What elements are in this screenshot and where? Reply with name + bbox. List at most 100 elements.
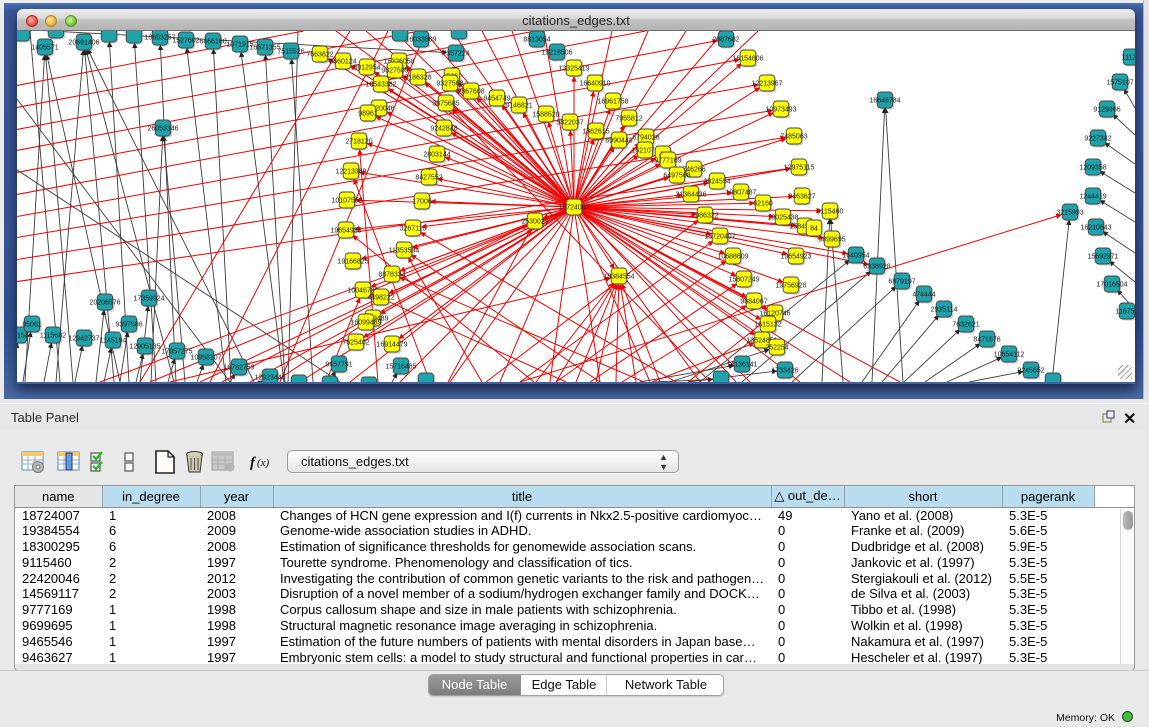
svg-text:9115460: 9115460: [817, 209, 844, 216]
svg-text:f: f: [250, 455, 257, 471]
svg-text:7357224: 7357224: [442, 51, 469, 58]
svg-text:39154: 39154: [17, 333, 29, 340]
svg-text:10653257: 10653257: [144, 35, 175, 42]
svg-text:1362615: 1362615: [582, 129, 609, 136]
svg-text:2087682: 2087682: [712, 37, 739, 44]
svg-text:16154806: 16154806: [732, 56, 763, 63]
svg-text:7632621: 7632621: [952, 322, 979, 329]
svg-text:19756928: 19756928: [775, 283, 806, 290]
svg-text:15692971: 15692971: [1087, 254, 1118, 261]
svg-text:2718120: 2718120: [345, 139, 372, 146]
svg-text:16914479: 16914479: [376, 342, 407, 349]
svg-text:12975115: 12975115: [784, 165, 815, 172]
svg-text:16782759: 16782759: [223, 365, 254, 372]
svg-text:3215993: 3215993: [1056, 210, 1083, 217]
svg-text:19166825: 19166825: [337, 259, 368, 266]
svg-text:1621072: 1621072: [631, 148, 658, 155]
svg-text:16543382: 16543382: [365, 82, 396, 89]
svg-text:3267110: 3267110: [400, 226, 427, 233]
svg-text:8813054: 8813054: [523, 37, 550, 44]
svg-text:17006: 17006: [412, 199, 432, 206]
svg-text:9884067: 9884067: [740, 299, 767, 306]
svg-text:16033809: 16033809: [405, 37, 436, 44]
svg-text:1115682: 1115682: [40, 333, 66, 340]
svg-text:20206576: 20206576: [89, 300, 120, 307]
svg-text:10654112: 10654112: [994, 352, 1025, 359]
svg-text:19384554: 19384554: [603, 274, 634, 281]
svg-text:9129966: 9129966: [1093, 107, 1120, 114]
svg-text:19654935: 19654935: [330, 228, 361, 235]
svg-text:6466160: 6466160: [199, 39, 226, 46]
svg-text:17359924: 17359924: [133, 296, 164, 303]
svg-text:9327508: 9327508: [436, 81, 463, 88]
svg-text:98961: 98961: [358, 111, 378, 118]
svg-text:116753: 116753: [1116, 309, 1135, 316]
svg-text:6879197: 6879197: [888, 279, 915, 286]
svg-text:3824554: 3824554: [703, 179, 730, 186]
svg-text:8454749: 8454749: [483, 96, 510, 103]
svg-text:1145194: 1145194: [100, 338, 127, 345]
svg-text:2530029: 2530029: [521, 219, 548, 226]
svg-text:17957275: 17957275: [161, 349, 192, 356]
svg-text:3875685: 3875685: [432, 101, 459, 108]
svg-text:17016504: 17016504: [1096, 282, 1127, 289]
svg-text:16961758: 16961758: [597, 99, 628, 106]
svg-text:20691406: 20691406: [68, 40, 99, 47]
svg-text:9827509: 9827509: [381, 68, 408, 75]
svg-text:10107553: 10107553: [331, 198, 362, 205]
svg-text:7485063: 7485063: [780, 134, 807, 141]
svg-text:4498222: 4498222: [367, 295, 394, 302]
svg-text:1575107: 1575107: [1106, 80, 1133, 87]
svg-text:1527602: 1527602: [172, 38, 199, 45]
svg-text:10807487: 10807487: [725, 190, 756, 197]
svg-text:13325419: 13325419: [558, 66, 589, 73]
svg-text:26053346: 26053346: [147, 126, 178, 133]
svg-text:16210643: 16210643: [1080, 225, 1111, 232]
svg-text:5822037: 5822037: [556, 120, 583, 127]
svg-text:10688609: 10688609: [717, 254, 748, 261]
svg-text:8990448: 8990448: [605, 138, 632, 145]
svg-text:8471676: 8471676: [973, 337, 1000, 344]
svg-text:252254: 252254: [765, 345, 788, 352]
svg-text:8912954: 8912954: [353, 65, 380, 72]
svg-text:21364436: 21364436: [675, 192, 706, 199]
svg-text:1588520: 1588520: [532, 112, 559, 119]
svg-text:8878334: 8878334: [378, 272, 405, 279]
svg-text:1615132: 1615132: [754, 322, 781, 329]
svg-text:7515526: 7515526: [277, 49, 304, 56]
svg-text:12213967: 12213967: [751, 81, 782, 88]
svg-text:9227342: 9227342: [1084, 136, 1111, 143]
svg-text:19654923: 19654923: [780, 254, 811, 261]
svg-text:9245652: 9245652: [1017, 368, 1044, 375]
svg-text:1640954: 1640954: [842, 253, 869, 260]
svg-text:10025438: 10025438: [767, 215, 798, 222]
svg-text:7625402: 7625402: [342, 340, 369, 347]
svg-text:8186328: 8186328: [404, 75, 431, 82]
svg-text:9146821: 9146821: [505, 103, 532, 110]
svg-text:2935114: 2935114: [931, 307, 958, 314]
svg-text:9463627: 9463627: [788, 194, 815, 201]
svg-text:7663822: 7663822: [306, 52, 333, 59]
svg-text:(x): (x): [257, 457, 270, 469]
svg-text:6794028: 6794028: [632, 135, 659, 142]
svg-text:12923448: 12923448: [254, 375, 285, 382]
svg-text:1733426: 1733426: [771, 368, 798, 375]
svg-text:15720407: 15720407: [704, 234, 735, 241]
svg-text:474444: 474444: [912, 292, 935, 299]
svg-text:1244419: 1244419: [1079, 194, 1106, 201]
svg-text:16648784: 16648784: [869, 98, 900, 105]
svg-text:12942737: 12942737: [68, 336, 99, 343]
svg-text:14136141: 14136141: [726, 362, 757, 369]
svg-text:15716485: 15716485: [385, 364, 416, 371]
svg-text:15807249: 15807249: [728, 277, 759, 284]
svg-text:9777169: 9777169: [654, 158, 681, 165]
svg-text:9457791: 9457791: [325, 362, 352, 369]
svg-text:85061: 85061: [22, 322, 42, 329]
svg-text:84: 84: [810, 226, 818, 233]
svg-text:1209358: 1209358: [1079, 165, 1106, 172]
svg-text:18724007: 18724007: [558, 205, 589, 212]
svg-text:9899695: 9899695: [818, 237, 845, 244]
svg-text:2803144: 2803144: [423, 152, 450, 159]
svg-text:2867608: 2867608: [457, 89, 484, 96]
svg-text:16099489: 16099489: [350, 320, 381, 327]
